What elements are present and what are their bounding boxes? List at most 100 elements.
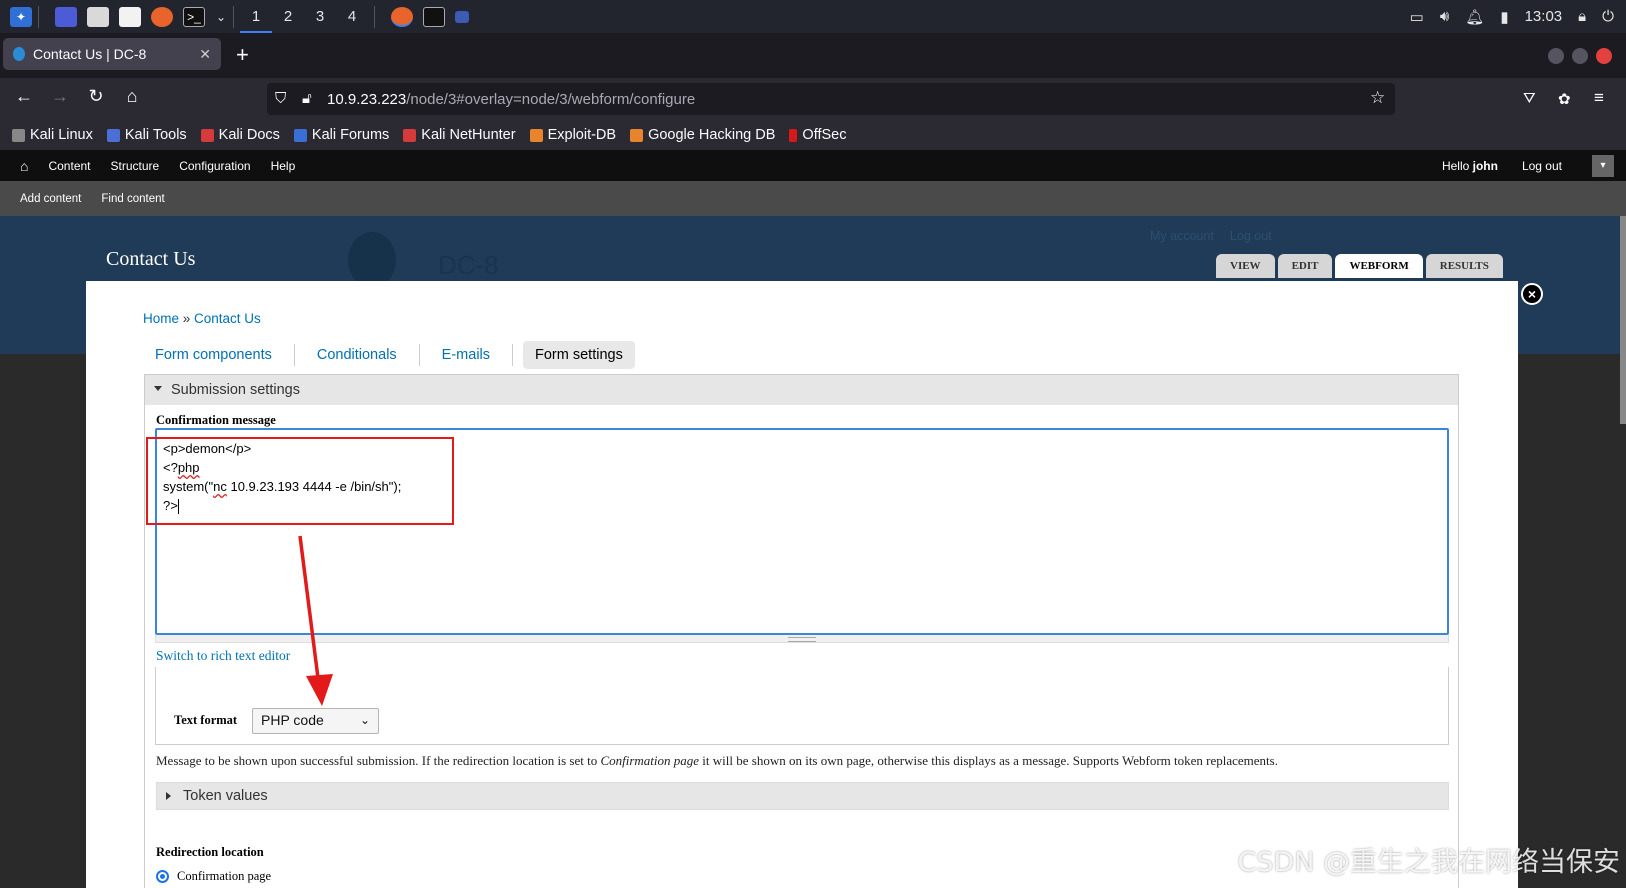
bookmark-star-icon[interactable]: ☆ xyxy=(1370,88,1385,108)
bookmark-google-hacking-db[interactable]: Google Hacking DB xyxy=(630,127,775,143)
home-icon[interactable]: ⌂ xyxy=(20,158,28,174)
shortcut-find-content[interactable]: Find content xyxy=(101,193,164,205)
tab-divider xyxy=(418,344,420,366)
pocket-icon[interactable]: ⛛ xyxy=(1523,90,1536,107)
bookmark-exploit-db[interactable]: Exploit-DB xyxy=(529,127,616,143)
kali-docs-icon xyxy=(200,128,214,142)
workspace-3[interactable]: 3 xyxy=(304,8,336,25)
textarea-resize-grip[interactable] xyxy=(155,635,1449,643)
shield-icon[interactable]: ⛉ xyxy=(275,90,286,107)
tab-form-settings[interactable]: Form settings xyxy=(523,341,635,369)
shortcut-add-content[interactable]: Add content xyxy=(20,193,81,205)
clock[interactable]: 13:03 xyxy=(1525,8,1563,25)
watermark: CSDN @重生之我在网络当保安 xyxy=(1237,847,1620,878)
tab-divider xyxy=(512,344,514,366)
text-format-value: PHP code xyxy=(261,712,324,728)
terminal-window-icon[interactable] xyxy=(423,6,445,27)
tab-edit[interactable]: EDIT xyxy=(1277,254,1333,278)
breadcrumb-contact-us[interactable]: Contact Us xyxy=(194,311,261,326)
my-account-link[interactable]: My account xyxy=(1150,229,1214,243)
extension-icon[interactable]: ✿ xyxy=(1558,90,1571,108)
bookmark-offsec[interactable]: OffSec xyxy=(789,127,846,143)
new-tab-button[interactable]: + xyxy=(236,42,249,68)
confirmation-page-radio[interactable] xyxy=(156,870,169,883)
webform-secondary-tabs: Form components Conditionals E-mails For… xyxy=(143,341,635,369)
tab-webform[interactable]: WEBFORM xyxy=(1335,254,1423,278)
toolbar-logout[interactable]: Log out xyxy=(1522,159,1562,173)
toolbar-configuration[interactable]: Configuration xyxy=(179,159,250,173)
tab-divider xyxy=(293,344,295,366)
power-icon[interactable]: ⏻ xyxy=(1602,8,1614,25)
maximize-button[interactable] xyxy=(1572,48,1588,64)
file-manager-icon[interactable] xyxy=(87,6,109,27)
url-host: 10.9.23.223 xyxy=(327,90,407,108)
close-tab-icon[interactable]: ✕ xyxy=(199,46,211,63)
drupal-favicon-icon xyxy=(13,47,25,61)
tab-title: Contact Us | DC-8 xyxy=(33,46,147,62)
battery-icon[interactable]: ▮ xyxy=(1500,8,1508,26)
firefox-window-icon[interactable] xyxy=(391,6,413,27)
workspace-4[interactable]: 4 xyxy=(336,8,368,25)
workspace-2[interactable]: 2 xyxy=(272,8,304,25)
switch-rich-text-link[interactable]: Switch to rich text editor xyxy=(156,648,290,664)
text-editor-icon[interactable] xyxy=(119,6,141,27)
volume-icon[interactable]: 🔊︎ xyxy=(1440,8,1449,25)
close-icon[interactable]: × xyxy=(1521,283,1543,305)
toolbar-drawer-toggle[interactable]: ▾ xyxy=(1592,154,1614,177)
forward-icon[interactable]: → xyxy=(48,86,72,107)
confirmation-description: Message to be shown upon successful subm… xyxy=(156,753,1278,768)
tab-emails[interactable]: E-mails xyxy=(430,341,502,369)
tab-view[interactable]: VIEW xyxy=(1216,254,1275,278)
drupal-logo-icon xyxy=(348,232,396,288)
lock-icon[interactable]: 🔒︎ xyxy=(1578,8,1586,25)
kali-menu-icon[interactable]: ✦ xyxy=(10,6,32,27)
close-window-button[interactable] xyxy=(1596,48,1612,64)
fieldset-title: Submission settings xyxy=(171,382,300,398)
collapse-triangle-icon xyxy=(154,386,162,391)
submission-settings-toggle[interactable]: Submission settings xyxy=(145,375,1458,405)
page-scrollbar[interactable] xyxy=(1620,216,1626,424)
ghdb-icon xyxy=(630,128,644,142)
confirmation-message-label: Confirmation message xyxy=(156,413,276,427)
bookmark-kali-forums[interactable]: Kali Forums xyxy=(293,127,389,143)
workspace-1[interactable]: 1 xyxy=(240,0,272,33)
breadcrumb-home[interactable]: Home xyxy=(143,311,179,326)
tab-form-components[interactable]: Form components xyxy=(143,341,284,369)
username[interactable]: john xyxy=(1473,159,1498,173)
menu-icon[interactable]: ≡ xyxy=(1594,88,1604,108)
breadcrumb: Home » Contact Us xyxy=(143,311,261,326)
tab-results[interactable]: RESULTS xyxy=(1425,254,1503,278)
kali-forums-icon xyxy=(293,128,307,142)
url-bar[interactable]: 10.9.23.223/node/3#overlay=node/3/webfor… xyxy=(267,83,1395,115)
bookmark-kali-linux[interactable]: Kali Linux xyxy=(12,127,93,143)
display-icon[interactable]: ▭ xyxy=(1410,8,1424,26)
minimize-button[interactable] xyxy=(1548,48,1564,64)
browser-tab[interactable]: Contact Us | DC-8 ✕ xyxy=(3,38,221,70)
chevron-down-icon[interactable]: ⌄ xyxy=(215,7,227,27)
text-format-select[interactable]: PHP code ⌄ xyxy=(252,708,379,734)
bookmark-kali-nethunter[interactable]: Kali NetHunter xyxy=(403,127,516,143)
insecure-lock-icon[interactable]: 🔓︎ xyxy=(302,90,312,107)
firefox-icon[interactable] xyxy=(151,6,173,27)
expand-triangle-icon xyxy=(166,792,171,800)
toolbar-structure[interactable]: Structure xyxy=(111,159,160,173)
bookmark-kali-docs[interactable]: Kali Docs xyxy=(200,127,280,143)
desktop-icon[interactable] xyxy=(55,6,77,27)
offsec-icon xyxy=(789,128,798,142)
bookmark-kali-tools[interactable]: Kali Tools xyxy=(106,127,187,143)
logout-link[interactable]: Log out xyxy=(1230,229,1272,243)
terminal-icon[interactable]: >_ xyxy=(183,6,205,27)
reload-icon[interactable]: ↻ xyxy=(84,86,108,107)
toolbar-content[interactable]: Content xyxy=(48,159,90,173)
exploit-db-icon xyxy=(529,128,543,142)
os-taskbar: ✦ >_ ⌄ 1 2 3 4 ▭ 🔊︎ 🔔︎ ▮ 13:03 🔒︎ ⏻ xyxy=(0,0,1626,33)
notification-bell-icon[interactable]: 🔔︎ xyxy=(1465,8,1484,26)
home-icon[interactable]: ⌂ xyxy=(120,86,144,107)
toolbar-help[interactable]: Help xyxy=(271,159,296,173)
app-window-icon[interactable] xyxy=(455,10,469,23)
back-icon[interactable]: ← xyxy=(12,86,36,107)
tab-conditionals[interactable]: Conditionals xyxy=(305,341,409,369)
token-values-toggle[interactable]: Token values xyxy=(156,782,1449,810)
taskbar-separator xyxy=(233,5,234,28)
chevron-down-icon: ⌄ xyxy=(359,713,370,727)
